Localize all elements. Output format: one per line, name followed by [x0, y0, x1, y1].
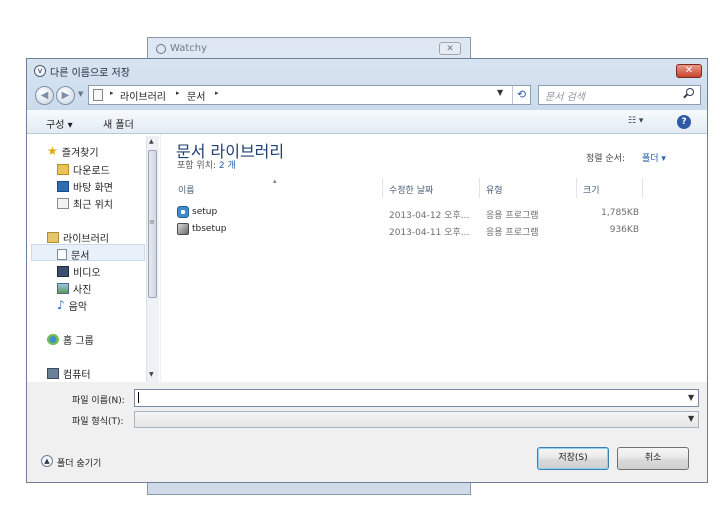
sidebar-item-label: 바탕 화면 [73, 183, 113, 194]
sidebar-item-label: 사진 [73, 285, 92, 296]
file-type: 응용 프로그램 [486, 211, 539, 221]
file-name[interactable]: tbsetup [192, 224, 226, 234]
sidebar-item-favorites[interactable]: ★ 즐겨찾기 [47, 144, 99, 159]
sidebar-item-label: 최근 위치 [73, 200, 113, 211]
close-button[interactable]: ✕ [676, 64, 702, 78]
library-subtitle-prefix: 포함 위치: [177, 161, 217, 171]
file-size: 1,785KB [601, 208, 639, 218]
background-window-title: Watchy [156, 43, 207, 54]
sidebar-item-pictures[interactable]: 사진 [57, 281, 91, 296]
filetype-select[interactable] [134, 411, 699, 428]
file-type: 응용 프로그램 [486, 228, 539, 238]
recent-places-icon [57, 198, 69, 209]
save-button[interactable]: 저장(S) [537, 447, 609, 470]
help-icon[interactable]: ? [677, 115, 691, 129]
file-list-pane [161, 134, 707, 382]
filename-input[interactable] [134, 389, 699, 407]
app-icon [156, 43, 166, 54]
forward-button[interactable]: ▶ [56, 86, 75, 105]
sidebar-item-recent-places[interactable]: 최근 위치 [57, 196, 113, 211]
chevron-up-icon[interactable]: ▲ [41, 455, 53, 467]
file-date: 2013-04-12 오후... [389, 211, 470, 221]
installer-app-icon [177, 223, 189, 235]
dialog-menu-icon[interactable]: v [34, 65, 46, 77]
dialog-title: 다른 이름으로 저장 [50, 68, 130, 79]
sidebar-item-documents[interactable]: 문서 [57, 247, 89, 262]
picture-icon [57, 283, 69, 294]
breadcrumb-documents[interactable]: 문서 [187, 88, 205, 103]
sidebar-item-label: 비디오 [73, 268, 101, 279]
breadcrumb-separator[interactable]: ▸ [110, 89, 114, 97]
library-icon [47, 232, 59, 243]
scroll-up-icon[interactable]: ▲ [149, 138, 154, 145]
refresh-button[interactable]: ⟲ [512, 86, 530, 104]
music-icon: ♪ [57, 298, 65, 312]
desktop-icon [57, 181, 69, 192]
computer-icon [47, 368, 59, 379]
column-divider[interactable] [382, 178, 383, 198]
arrange-by-dropdown[interactable]: 폴더 ▾ [642, 151, 666, 164]
sidebar-item-label: 다운로드 [73, 166, 110, 177]
sidebar-item-label: 문서 [71, 251, 90, 262]
file-size: 936KB [609, 225, 639, 235]
back-button[interactable]: ◀ [35, 86, 54, 105]
filetype-dropdown-icon[interactable]: ▼ [688, 414, 694, 423]
breadcrumb-separator[interactable]: ▸ [176, 89, 180, 97]
folder-location-icon [93, 89, 103, 101]
sidebar-item-homegroup[interactable]: 홈 그룹 [47, 332, 94, 347]
column-header-type[interactable]: 유형 [486, 183, 503, 196]
breadcrumb-separator[interactable]: ▸ [215, 89, 219, 97]
arrange-by-label: 정렬 순서: [586, 154, 626, 164]
filename-label: 파일 이름(N): [72, 396, 125, 406]
file-name[interactable]: setup [192, 207, 217, 217]
setup-app-icon [177, 206, 189, 218]
sidebar-item-label: 컴퓨터 [63, 370, 91, 381]
sidebar-item-videos[interactable]: 비디오 [57, 264, 101, 279]
sidebar-item-downloads[interactable]: 다운로드 [57, 162, 110, 177]
homegroup-icon [47, 334, 59, 345]
background-window-title-text: Watchy [170, 43, 208, 54]
address-dropdown-icon[interactable]: ▼ [497, 88, 503, 97]
filetype-label: 파일 형식(T): [72, 417, 124, 427]
sidebar-item-label: 라이브러리 [63, 234, 109, 245]
cancel-button[interactable]: 취소 [617, 447, 689, 470]
sort-indicator-icon: ▴ [273, 177, 277, 185]
sidebar-item-label: 음악 [68, 302, 88, 313]
scroll-grip-icon: ≡ [149, 218, 155, 226]
column-header-date-modified[interactable]: 수정한 날짜 [389, 183, 433, 196]
background-window-close-button[interactable]: ✕ [439, 42, 461, 55]
hide-folders-button[interactable]: 폴더 숨기기 [57, 456, 101, 469]
recent-pages-dropdown[interactable]: ▼ [78, 90, 83, 98]
video-icon [57, 266, 69, 277]
column-divider[interactable] [479, 178, 480, 198]
breadcrumb-libraries[interactable]: 라이브러리 [120, 88, 166, 103]
scroll-down-icon[interactable]: ▼ [149, 371, 154, 378]
column-header-name[interactable]: 이름 [178, 183, 195, 196]
sidebar-item-music[interactable]: ♪ 음악 [57, 298, 87, 313]
library-locations-link[interactable]: 2 개 [219, 161, 236, 171]
sidebar-item-computer[interactable]: 컴퓨터 [47, 366, 91, 381]
document-icon [57, 249, 67, 260]
sidebar-item-label: 즐겨찾기 [61, 148, 99, 159]
organize-button[interactable]: 구성 ▾ [46, 116, 73, 131]
new-folder-button[interactable]: 새 폴더 [103, 116, 134, 131]
view-options-button[interactable]: ☷ ▾ [628, 116, 643, 126]
star-icon: ★ [47, 144, 58, 158]
download-folder-icon [57, 164, 69, 175]
filename-dropdown-icon[interactable]: ▼ [688, 393, 694, 402]
file-date: 2013-04-11 오후... [389, 228, 470, 238]
search-placeholder: 문서 검색 [545, 92, 585, 103]
table-row[interactable]: tbsetup [177, 223, 226, 235]
table-row[interactable]: setup [177, 206, 217, 218]
sidebar-item-desktop[interactable]: 바탕 화면 [57, 179, 113, 194]
column-divider[interactable] [576, 178, 577, 198]
column-header-size[interactable]: 크기 [583, 183, 600, 196]
library-subtitle: 포함 위치: 2 개 [177, 158, 236, 171]
text-caret [138, 392, 139, 403]
sidebar-item-label: 홈 그룹 [63, 336, 94, 347]
column-divider[interactable] [642, 178, 643, 198]
sidebar-item-libraries[interactable]: 라이브러리 [47, 230, 109, 245]
